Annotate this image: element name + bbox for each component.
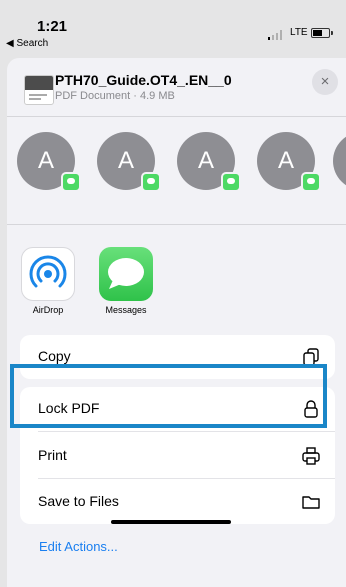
close-icon: × [320, 73, 330, 90]
contact-suggestion[interactable]: A [97, 132, 161, 192]
contact-suggestion-partial[interactable] [333, 132, 346, 190]
close-button[interactable]: × [312, 69, 338, 95]
contact-suggestion[interactable]: A [257, 132, 321, 192]
messages-icon [108, 258, 144, 289]
contact-initial: A [37, 147, 54, 174]
action-print[interactable]: Print [20, 434, 335, 478]
action-label: Copy [38, 348, 71, 364]
contact-initial: A [117, 147, 134, 174]
document-thumbnail-icon [24, 75, 54, 105]
messages-badge-icon [141, 172, 161, 192]
divider [7, 224, 346, 225]
network-type: LTE [290, 27, 308, 38]
print-highlight-box [10, 364, 327, 428]
status-time: 1:21 [37, 18, 68, 35]
contact-suggestion[interactable]: A [17, 132, 81, 192]
action-save-to-files[interactable]: Save to Files [20, 480, 335, 524]
messages-badge-icon [301, 172, 321, 192]
divider [38, 431, 335, 432]
messages-badge-icon [221, 172, 241, 192]
printer-icon [302, 447, 320, 465]
back-to-search-link[interactable]: ◀ Search [6, 38, 48, 49]
contact-initial: A [197, 147, 214, 174]
home-indicator[interactable] [111, 520, 231, 524]
messages-button[interactable] [99, 247, 153, 301]
messages-badge-icon [61, 172, 81, 192]
share-sheet: PTH70_Guide.OT4_.EN__0 PDF Document · 4.… [7, 58, 346, 587]
action-label: Print [38, 447, 67, 463]
airdrop-icon [29, 255, 67, 288]
messages-label: Messages [105, 305, 147, 315]
status-bar: 1:21 ◀ Search LTE [0, 0, 346, 52]
divider [38, 478, 335, 479]
signal-icon [268, 30, 282, 40]
divider [7, 116, 346, 117]
document-subtitle: PDF Document · 4.9 MB [55, 90, 175, 102]
edit-actions-link[interactable]: Edit Actions... [39, 539, 118, 554]
folder-icon [302, 496, 320, 509]
contact-suggestion[interactable]: A [177, 132, 241, 192]
contact-initial: A [277, 147, 294, 174]
action-label: Save to Files [38, 493, 119, 509]
battery-icon [311, 28, 333, 38]
document-title: PTH70_Guide.OT4_.EN__0 [55, 72, 232, 88]
airdrop-button[interactable] [21, 247, 75, 301]
airdrop-label: AirDrop [32, 305, 64, 315]
